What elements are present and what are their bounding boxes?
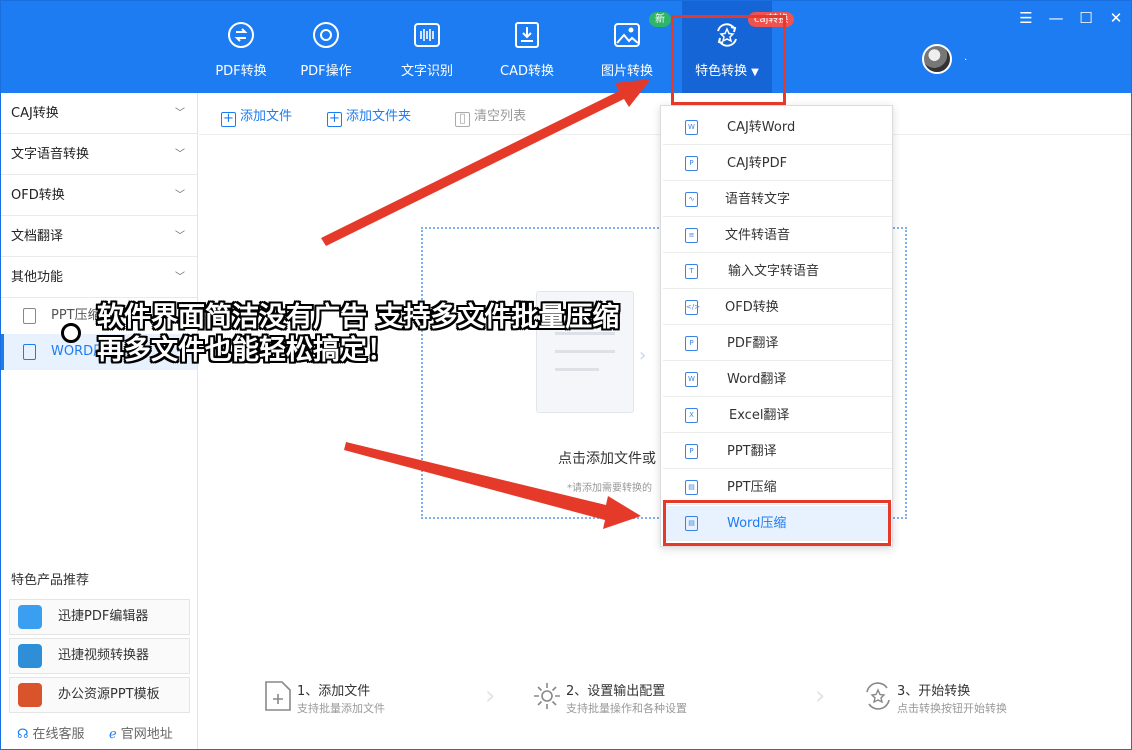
menu-icon[interactable]: ☰ <box>1014 7 1038 29</box>
nav-label: PDF操作 <box>300 64 352 79</box>
menu-item-ofd-convert[interactable]: </> OFD转换 <box>663 290 892 325</box>
globe-icon: ℯ <box>109 727 117 742</box>
excel-file-icon: X <box>685 408 698 423</box>
recommend-ppt-template[interactable]: 办公资源PPT模板 <box>9 677 190 713</box>
chevron-right-icon: › <box>639 345 647 366</box>
step-separator: › <box>485 681 496 711</box>
word-file-icon: W <box>685 372 698 387</box>
audio-icon: ∿ <box>685 192 698 207</box>
sidebar: CAJ转换 ﹀ 文字语音转换 ﹀ OFD转换 ﹀ 文档翻译 ﹀ 其他功能 ﹀ PPT压缩 … <box>1 93 198 749</box>
drop-zone-text: 点击添加文件或 <box>558 451 656 467</box>
nav-cad-convert[interactable]: CAD转换 <box>482 1 572 93</box>
highlight-box-word-compress <box>663 500 891 546</box>
clear-list-button[interactable]: ▯ 清空列表 <box>455 105 526 127</box>
sidebar-cat-other[interactable]: 其他功能 ﹀ <box>1 257 197 298</box>
headset-icon: ☊ <box>17 727 29 742</box>
nav-text-recognition[interactable]: 文字识别 <box>382 1 472 93</box>
chevron-down-icon: ﹀ <box>175 231 185 242</box>
pdf-convert-icon <box>228 22 254 48</box>
recommend-video-converter[interactable]: 迅捷视频转换器 <box>9 638 190 674</box>
menu-item-ppt-translate[interactable]: P PPT翻译 <box>663 434 892 469</box>
text-icon: T <box>685 264 698 279</box>
ofd-file-icon: </> <box>685 300 700 315</box>
recommend-title: 特色产品推荐 <box>11 573 90 588</box>
ppt-file-icon: P <box>685 444 698 459</box>
chevron-down-icon: ﹀ <box>175 108 185 119</box>
file-icon <box>23 308 36 324</box>
menu-item-caj-to-word[interactable]: W CAJ转Word <box>663 110 892 145</box>
app-window: PDF转换 PDF操作 文字识别 CAD转换 图片转换 特色转换 ▼ 新 caj转… <box>0 0 1132 750</box>
chevron-down-icon: ﹀ <box>175 190 185 201</box>
website-link[interactable]: ℯ 官网地址 <box>109 723 173 742</box>
nav-pdf-operate[interactable]: PDF操作 <box>281 1 371 93</box>
pdf-operate-icon <box>313 22 339 48</box>
add-file-button[interactable]: + 添加文件 <box>221 105 292 127</box>
nav-label: CAD转换 <box>500 64 554 79</box>
edit-file-icon: ≡ <box>685 228 698 243</box>
bullet-point-icon <box>61 323 81 343</box>
sidebar-cat-ofd[interactable]: OFD转换 ﹀ <box>1 175 197 216</box>
compress-file-icon: ▤ <box>685 480 698 495</box>
step-separator: › <box>815 681 826 711</box>
user-avatar[interactable] <box>922 44 952 74</box>
add-file-step-icon <box>265 681 291 711</box>
menu-item-text-to-speech[interactable]: T 输入文字转语音 <box>663 254 892 289</box>
add-folder-icon: + <box>327 112 342 127</box>
overlay-caption: 软件界面简洁没有广告 支持多文件批量压缩 再多文件也能轻松搞定！ <box>97 302 620 366</box>
maximize-icon[interactable]: ☐ <box>1074 7 1098 29</box>
pdf-editor-icon <box>18 605 42 629</box>
user-name: · <box>964 55 968 66</box>
special-convert-menu: W CAJ转Word P CAJ转PDF ∿ 语音转文字 ≡ 文件转语音 T 输入文字转语… <box>660 105 893 547</box>
nav-label: 文字识别 <box>400 64 453 79</box>
gear-icon <box>534 683 560 709</box>
menu-item-caj-to-pdf[interactable]: P CAJ转PDF <box>663 146 892 181</box>
nav-label: 图片转换 <box>600 64 653 79</box>
nav-pdf-convert[interactable]: PDF转换 <box>196 1 286 93</box>
add-folder-button[interactable]: + 添加文件夹 <box>327 105 411 127</box>
close-icon[interactable]: ✕ <box>1104 7 1128 29</box>
image-convert-icon <box>614 23 640 47</box>
new-badge: 新 <box>649 12 671 27</box>
file-icon <box>23 344 36 360</box>
drop-zone-hint: *请添加需要转换的 <box>567 483 652 494</box>
text-recognition-icon <box>414 23 440 47</box>
highlight-box-special-convert <box>671 15 786 105</box>
sidebar-cat-text-voice[interactable]: 文字语音转换 ﹀ <box>1 134 197 175</box>
chevron-down-icon: ﹀ <box>175 272 185 283</box>
add-file-icon: + <box>221 112 236 127</box>
menu-item-speech-to-text[interactable]: ∿ 语音转文字 <box>663 182 892 217</box>
cad-convert-icon <box>515 22 539 48</box>
minimize-icon[interactable]: — <box>1044 7 1068 29</box>
word-file-icon: W <box>685 120 698 135</box>
sidebar-cat-caj[interactable]: CAJ转换 ﹀ <box>1 93 197 134</box>
video-converter-icon <box>18 644 42 668</box>
menu-item-pdf-translate[interactable]: P PDF翻译 <box>663 326 892 361</box>
sidebar-cat-translate[interactable]: 文档翻译 ﹀ <box>1 216 197 257</box>
menu-item-file-to-speech[interactable]: ≡ 文件转语音 <box>663 218 892 253</box>
pdf-file-icon: P <box>685 336 698 351</box>
menu-item-excel-translate[interactable]: X Excel翻译 <box>663 398 892 433</box>
chevron-down-icon: ﹀ <box>175 149 185 160</box>
online-service-link[interactable]: ☊ 在线客服 <box>17 723 85 742</box>
ppt-template-icon <box>18 683 42 707</box>
menu-item-word-translate[interactable]: W Word翻译 <box>663 362 892 397</box>
pdf-file-icon: P <box>685 156 698 171</box>
convert-step-icon <box>866 682 890 710</box>
recommend-pdf-editor[interactable]: 迅捷PDF编辑器 <box>9 599 190 635</box>
top-nav-bar: PDF转换 PDF操作 文字识别 CAD转换 图片转换 特色转换 ▼ 新 caj转… <box>1 1 1131 93</box>
trash-icon: ▯ <box>455 112 470 127</box>
nav-label: PDF转换 <box>215 64 267 79</box>
